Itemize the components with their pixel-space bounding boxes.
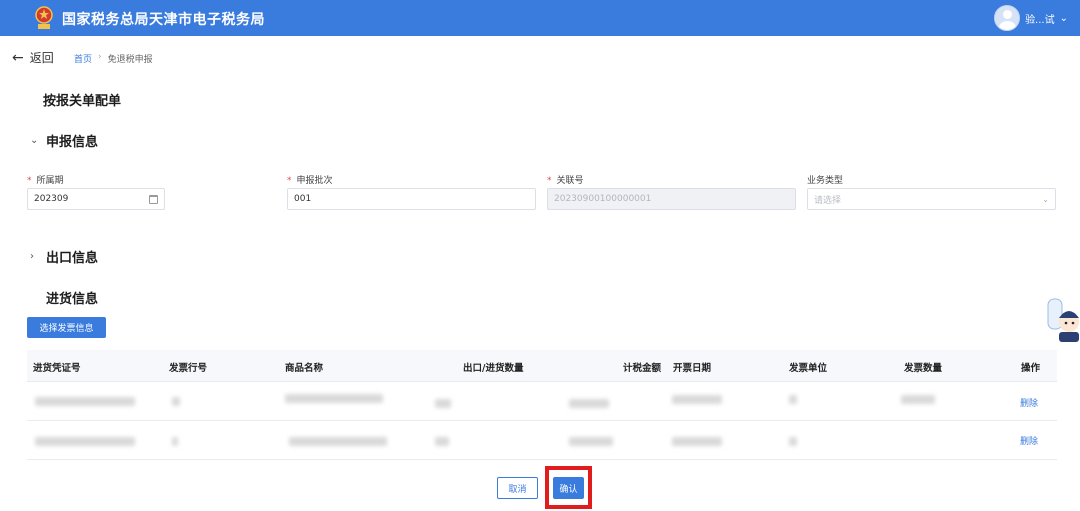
assistant-mascot-icon[interactable]: [1047, 296, 1080, 342]
section-title: 出口信息: [46, 251, 99, 266]
period-label: * 所属期: [27, 176, 64, 186]
delete-link[interactable]: 删除: [1020, 434, 1038, 447]
section-title: 进货信息: [46, 292, 99, 307]
batch-label: * 申报批次: [287, 176, 333, 186]
redacted-cell: [569, 399, 609, 408]
section-declare-header[interactable]: ⌄ 申报信息: [30, 131, 98, 150]
calendar-icon[interactable]: [149, 194, 158, 204]
col-invoice-unit: 发票单位: [789, 363, 828, 374]
app-title: 国家税务总局天津市电子税务局: [62, 12, 265, 28]
breadcrumb-current: 免退税申报: [107, 55, 153, 65]
redacted-cell: [435, 437, 449, 446]
user-name[interactable]: 验...试: [1025, 11, 1055, 26]
period-date-picker[interactable]: 202309: [27, 188, 165, 210]
redacted-cell: [172, 437, 178, 446]
chevron-right-icon[interactable]: ›: [30, 251, 38, 262]
chevron-down-icon[interactable]: ⌄: [30, 135, 38, 146]
biz-type-select[interactable]: 请选择 ⌄: [807, 188, 1056, 210]
period-value[interactable]: 202309: [34, 194, 68, 204]
biz-type-label: 业务类型: [807, 176, 844, 186]
breadcrumb: 首页 › 免退税申报: [74, 52, 153, 65]
section-purchase-header: 进货信息: [30, 288, 98, 307]
redacted-cell: [289, 437, 387, 446]
table-row[interactable]: 删除: [27, 382, 1057, 421]
col-voucher-no: 进货凭证号: [33, 363, 81, 374]
arrow-left-icon[interactable]: ←: [12, 50, 24, 66]
cancel-button[interactable]: 取消: [497, 477, 538, 499]
batch-value[interactable]: 001: [294, 194, 311, 204]
batch-input[interactable]: 001: [287, 188, 536, 210]
col-product-name: 商品名称: [285, 363, 324, 374]
select-invoice-button[interactable]: 选择发票信息: [27, 317, 106, 338]
user-menu[interactable]: 验...试 ⌄: [994, 5, 1068, 31]
required-mark: *: [27, 176, 32, 186]
col-invoice-date: 开票日期: [673, 363, 712, 374]
chevron-down-icon[interactable]: ⌄: [1060, 13, 1068, 24]
page-title: 按报关单配单: [43, 94, 122, 109]
col-invoice-qty: 发票数量: [904, 363, 943, 374]
redacted-cell: [285, 394, 383, 403]
section-export-header[interactable]: › 出口信息: [30, 247, 98, 266]
required-mark: *: [287, 176, 292, 186]
redacted-cell: [435, 399, 451, 408]
table-row[interactable]: 删除: [27, 421, 1057, 460]
link-no-input: 20230900100000001: [547, 188, 796, 210]
redacted-cell: [672, 437, 722, 446]
redacted-cell: [789, 395, 797, 404]
redacted-cell: [901, 395, 935, 404]
confirm-button[interactable]: 确认: [553, 477, 584, 499]
redacted-cell: [35, 437, 135, 446]
back-label[interactable]: 返回: [30, 49, 54, 66]
breadcrumb-separator-icon: ›: [98, 52, 102, 62]
link-no-value: 20230900100000001: [554, 194, 652, 204]
highlight-box: 确认: [545, 466, 592, 509]
redacted-cell: [789, 437, 797, 446]
col-action: 操作: [1021, 363, 1041, 374]
required-mark: *: [547, 176, 552, 186]
back-button[interactable]: ← 返回: [12, 49, 54, 66]
redacted-cell: [35, 397, 135, 406]
col-quantity: 出口/进货数量: [463, 363, 524, 374]
link-no-label: * 关联号: [547, 176, 584, 186]
delete-link[interactable]: 删除: [1020, 396, 1038, 409]
breadcrumb-home[interactable]: 首页: [74, 52, 92, 65]
purchase-table: 进货凭证号 发票行号 商品名称 出口/进货数量 计税金额 开票日期 发票单位 发…: [27, 350, 1057, 460]
tax-emblem-icon: [35, 6, 53, 29]
redacted-cell: [172, 397, 180, 406]
section-title: 申报信息: [46, 135, 99, 150]
chevron-down-icon[interactable]: ⌄: [1042, 195, 1049, 204]
footer-actions: 取消 确认: [0, 466, 1080, 511]
col-invoice-line: 发票行号: [169, 363, 208, 374]
redacted-cell: [672, 395, 722, 404]
top-header: 国家税务总局天津市电子税务局 验...试 ⌄: [0, 0, 1080, 36]
redacted-cell: [569, 437, 613, 446]
table-header: 进货凭证号 发票行号 商品名称 出口/进货数量 计税金额 开票日期 发票单位 发…: [27, 350, 1057, 382]
col-tax-amount: 计税金额: [623, 363, 662, 374]
avatar[interactable]: [994, 5, 1021, 31]
biz-type-placeholder[interactable]: 请选择: [814, 193, 841, 206]
